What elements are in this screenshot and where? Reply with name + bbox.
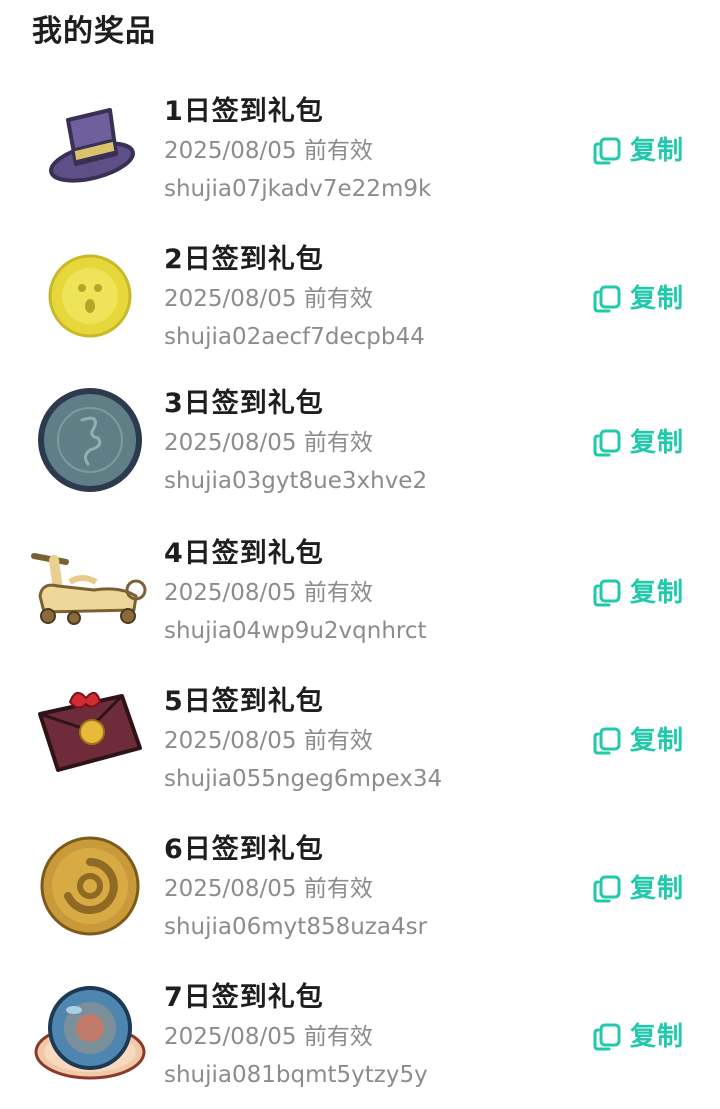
copy-button[interactable]: 复制: [592, 132, 684, 170]
prize-expiry: 2025/08/05 前有效: [164, 580, 373, 606]
prize-expiry: 2025/08/05 前有效: [164, 728, 373, 754]
gray-coin-icon: [30, 380, 150, 500]
copy-button[interactable]: 复制: [592, 870, 684, 908]
prize-item: 1日签到礼包 2025/08/05 前有效 shujia07jkadv7e22m…: [0, 88, 720, 218]
copy-label: 复制: [630, 578, 685, 608]
copy-label: 复制: [630, 428, 685, 458]
copy-label: 复制: [630, 874, 685, 904]
prize-name: 5日签到礼包: [164, 686, 324, 717]
prize-item: 7日签到礼包 2025/08/05 前有效 shujia081bqmt5ytzy…: [0, 974, 720, 1104]
yellow-coin-icon: [30, 236, 150, 356]
prize-expiry: 2025/08/05 前有效: [164, 876, 373, 902]
prize-expiry: 2025/08/05 前有效: [164, 286, 373, 312]
prize-name: 2日签到礼包: [164, 244, 324, 275]
prize-item: 2日签到礼包 2025/08/05 前有效 shujia02aecf7decpb…: [0, 236, 720, 366]
prize-list: 1日签到礼包 2025/08/05 前有效 shujia07jkadv7e22m…: [0, 88, 720, 1109]
prize-code: shujia02aecf7decpb44: [164, 324, 425, 350]
prize-name: 3日签到礼包: [164, 388, 324, 419]
prize-code: shujia055ngeg6mpex34: [164, 766, 443, 792]
prize-expiry: 2025/08/05 前有效: [164, 1024, 373, 1050]
copy-icon: [593, 1023, 621, 1051]
scooter-icon: [30, 530, 150, 650]
copy-icon: [593, 429, 621, 457]
copy-icon: [593, 727, 621, 755]
prize-item: 5日签到礼包 2025/08/05 前有效 shujia055ngeg6mpex…: [0, 678, 720, 808]
copy-button[interactable]: 复制: [592, 280, 684, 318]
prize-item: 4日签到礼包 2025/08/05 前有效 shujia04wp9u2vqnhr…: [0, 530, 720, 660]
copy-button[interactable]: 复制: [592, 424, 684, 462]
copy-icon: [593, 875, 621, 903]
prize-name: 1日签到礼包: [164, 96, 324, 127]
copy-label: 复制: [630, 726, 685, 756]
copy-button[interactable]: 复制: [592, 1018, 684, 1056]
copy-icon: [593, 137, 621, 165]
prize-code: shujia04wp9u2vqnhrct: [164, 618, 427, 644]
prize-code: shujia03gyt8ue3xhve2: [164, 468, 428, 494]
copy-label: 复制: [630, 1022, 685, 1052]
prize-code: shujia06myt858uza4sr: [164, 914, 428, 940]
crystal-ball-icon: [30, 974, 150, 1094]
prize-code: shujia081bqmt5ytzy5y: [164, 1062, 428, 1088]
top-hat-icon: [30, 88, 150, 208]
prize-name: 7日签到礼包: [164, 982, 324, 1013]
page-title: 我的奖品: [32, 14, 156, 49]
prize-expiry: 2025/08/05 前有效: [164, 430, 373, 456]
prize-item: 3日签到礼包 2025/08/05 前有效 shujia03gyt8ue3xhv…: [0, 380, 720, 510]
copy-button[interactable]: 复制: [592, 574, 684, 612]
gold-coin-icon: [30, 826, 150, 946]
prize-expiry: 2025/08/05 前有效: [164, 138, 373, 164]
prize-name: 6日签到礼包: [164, 834, 324, 865]
copy-button[interactable]: 复制: [592, 722, 684, 760]
prize-name: 4日签到礼包: [164, 538, 324, 569]
copy-icon: [593, 285, 621, 313]
prize-item: 6日签到礼包 2025/08/05 前有效 shujia06myt858uza4…: [0, 826, 720, 956]
copy-label: 复制: [630, 136, 685, 166]
prize-code: shujia07jkadv7e22m9k: [164, 176, 432, 202]
copy-label: 复制: [630, 284, 685, 314]
copy-icon: [593, 579, 621, 607]
red-envelope-icon: [30, 678, 150, 798]
